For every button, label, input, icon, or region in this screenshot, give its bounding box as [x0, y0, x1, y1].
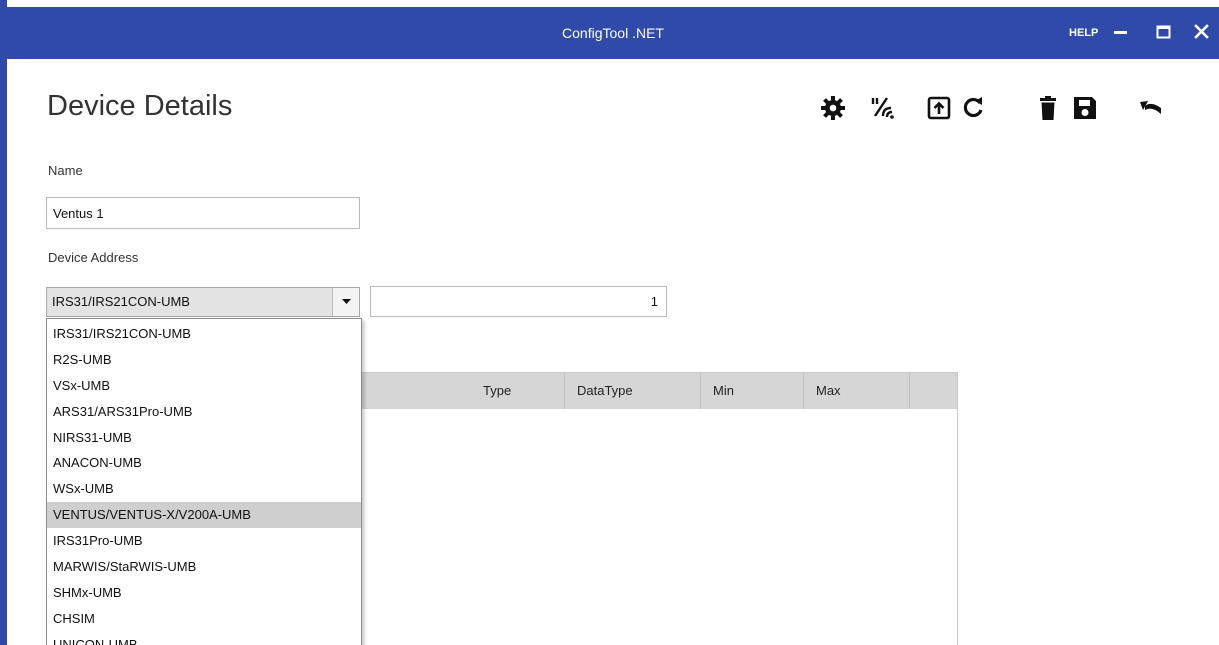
delete-button[interactable] [1033, 92, 1063, 124]
dropdown-option[interactable]: MARWIS/StaRWIS-UMB [47, 554, 361, 580]
upload-icon [927, 96, 951, 120]
save-button[interactable] [1070, 92, 1100, 124]
name-input[interactable] [46, 197, 360, 229]
undo-icon [1140, 101, 1161, 114]
refresh-icon [963, 97, 983, 118]
gear-icon [821, 96, 845, 120]
dropdown-option[interactable]: CHSIM [47, 606, 361, 632]
window-border [0, 0, 7, 645]
dropdown-option[interactable]: UNICON-UMB [47, 632, 361, 645]
device-address-number-input[interactable] [370, 286, 667, 317]
dropdown-option[interactable]: ARS31/ARS31Pro-UMB [47, 399, 361, 425]
dropdown-option[interactable]: WSx-UMB [47, 476, 361, 502]
dropdown-option[interactable]: R2S-UMB [47, 347, 361, 373]
dropdown-toggle[interactable] [332, 288, 359, 316]
dropdown-option[interactable]: VSx-UMB [47, 373, 361, 399]
page-title: Device Details [47, 90, 233, 122]
minimize-button[interactable] [1110, 21, 1132, 43]
wireless-scan-button[interactable] [868, 92, 898, 124]
column-header-type[interactable]: Type [471, 373, 565, 409]
dropdown-option[interactable]: NIRS31-UMB [47, 425, 361, 451]
settings-button[interactable] [818, 92, 848, 124]
column-header-max[interactable]: Max [804, 373, 910, 409]
dropdown-option[interactable]: IRS31/IRS21CON-UMB [47, 321, 361, 347]
title-bar: ConfigTool .NET HELP [7, 7, 1219, 59]
device-address-dropdown-list: IRS31/IRS21CON-UMB R2S-UMB VSx-UMB ARS31… [46, 318, 362, 645]
window-title: ConfigTool .NET [562, 25, 664, 41]
delete-icon [1040, 96, 1056, 120]
app-window: ConfigTool .NET HELP Device Details Name… [0, 0, 1219, 645]
upload-button[interactable] [924, 92, 954, 124]
help-button[interactable]: HELP [1069, 7, 1098, 59]
dropdown-option[interactable]: ANACON-UMB [47, 450, 361, 476]
name-label: Name [48, 163, 83, 178]
wireless-sensor-icon [871, 97, 894, 119]
undo-button[interactable] [1136, 92, 1166, 124]
dropdown-option[interactable]: VENTUS/VENTUS-X/V200A-UMB [47, 502, 361, 529]
chevron-down-icon [341, 299, 351, 304]
device-address-label: Device Address [48, 250, 139, 265]
dropdown-option[interactable]: IRS31Pro-UMB [47, 528, 361, 554]
save-icon [1074, 97, 1096, 119]
dropdown-option[interactable]: SHMx-UMB [47, 580, 361, 606]
close-button[interactable] [1191, 21, 1213, 43]
column-header-datatype[interactable]: DataType [565, 373, 701, 409]
maximize-icon [1156, 25, 1171, 39]
minimize-icon [1114, 31, 1127, 34]
maximize-button[interactable] [1153, 21, 1175, 43]
close-icon [1194, 24, 1209, 39]
selected-address-type: IRS31/IRS21CON-UMB [52, 294, 190, 309]
column-header-min[interactable]: Min [701, 373, 804, 409]
device-address-select[interactable]: IRS31/IRS21CON-UMB [46, 287, 360, 317]
refresh-button[interactable] [958, 92, 988, 124]
